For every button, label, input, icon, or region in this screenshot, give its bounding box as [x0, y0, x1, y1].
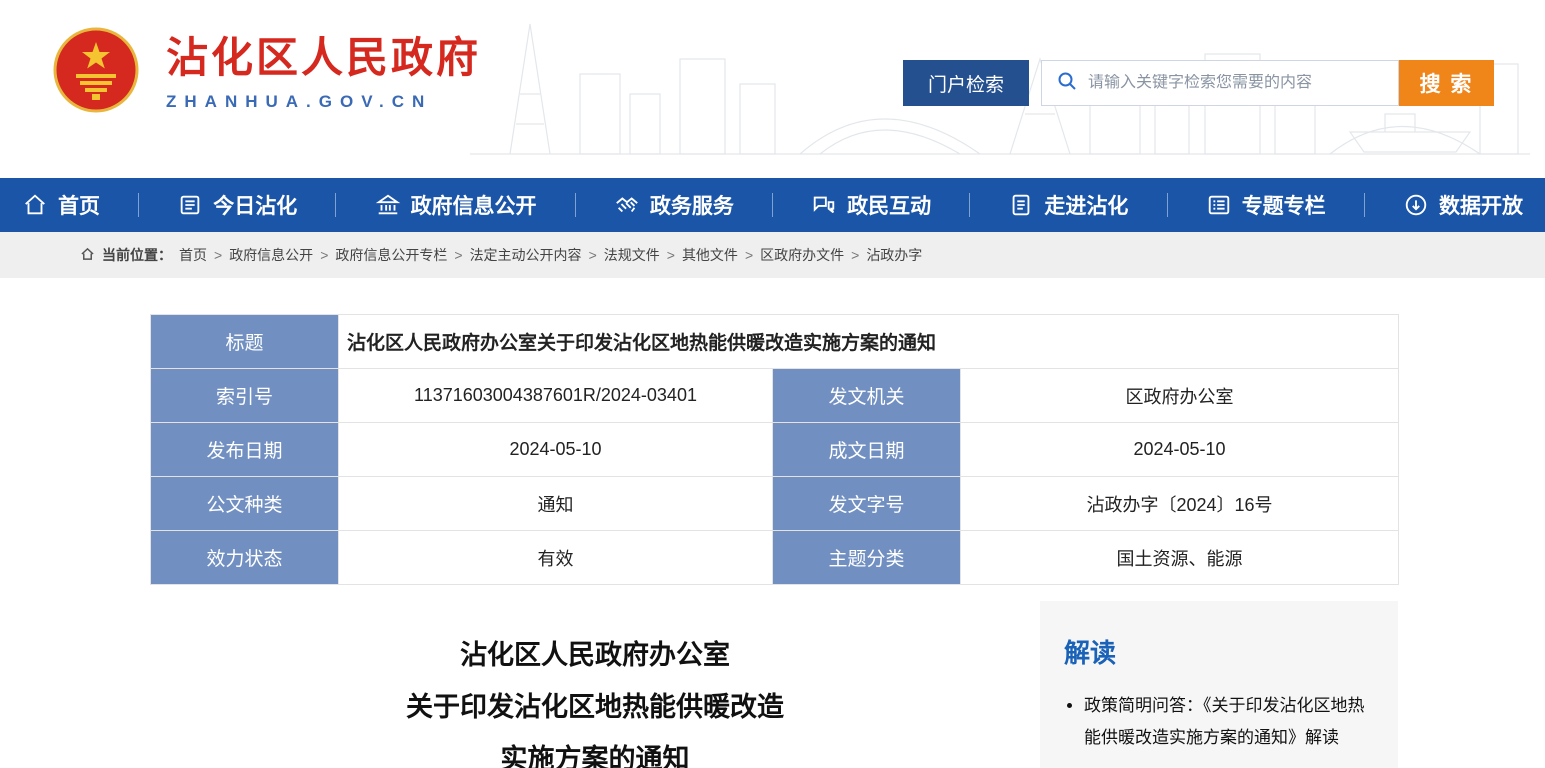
nav-divider [138, 193, 139, 217]
nav-item-label: 数据开放 [1439, 190, 1523, 220]
meta-label-document-type: 公文种类 [151, 477, 339, 531]
interpretation-list-item: 政策简明问答：《关于印发沾化区地热能供暖改造实施方案的通知》解读 [1084, 690, 1380, 755]
breadcrumb-link[interactable]: 政府信息公开专栏 [335, 245, 447, 265]
breadcrumb-prefix: 当前位置： [102, 245, 172, 265]
nav-item-gov-info[interactable]: 政府信息公开 [369, 190, 543, 220]
interaction-icon [811, 192, 837, 218]
search-box [1041, 60, 1399, 106]
handshake-icon [614, 192, 640, 218]
nav-item-services[interactable]: 政务服务 [608, 190, 740, 220]
main-nav: 首页 今日沾化 政府信息公开 政务服务 政民互动 走进沾化 [0, 178, 1545, 232]
document-icon [1008, 192, 1034, 218]
breadcrumb-separator: > [589, 247, 597, 263]
document-title: 沾化区人民政府办公室 关于印发沾化区地热能供暖改造 实施方案的通知 [150, 629, 1040, 768]
home-glyph-icon [80, 247, 95, 264]
portal-search-button[interactable]: 门户检索 [903, 60, 1029, 106]
data-open-icon [1403, 192, 1429, 218]
site-logo[interactable]: 沾化区人民政府 ZHANHUA.GOV.CN [52, 26, 481, 119]
interpretation-panel: 解读 政策简明问答：《关于印发沾化区地热能供暖改造实施方案的通知》解读 [1040, 601, 1398, 768]
breadcrumb-separator: > [667, 247, 675, 263]
document-area: 沾化区人民政府办公室 关于印发沾化区地热能供暖改造 实施方案的通知 解读 政策简… [0, 585, 1545, 768]
document-title-line: 实施方案的通知 [150, 733, 1040, 768]
nav-item-label: 首页 [58, 190, 100, 220]
search-input[interactable] [1088, 74, 1398, 92]
nav-item-label: 政民互动 [847, 190, 931, 220]
interpretation-list: 政策简明问答：《关于印发沾化区地热能供暖改造实施方案的通知》解读 [1084, 690, 1380, 755]
nav-item-special-columns[interactable]: 专题专栏 [1200, 190, 1332, 220]
meta-value-topic-category: 国土资源、能源 [961, 531, 1399, 585]
meta-value-issuing-agency: 区政府办公室 [961, 369, 1399, 423]
nav-item-label: 专题专栏 [1242, 190, 1326, 220]
meta-value-title: 沾化区人民政府办公室关于印发沾化区地热能供暖改造实施方案的通知 [339, 315, 1399, 369]
national-emblem-icon [52, 26, 140, 119]
search-icon [1056, 70, 1078, 97]
meta-value-index-number: 11371603004387601R/2024-03401 [339, 369, 773, 423]
breadcrumb-separator: > [320, 247, 328, 263]
nav-item-label: 今日沾化 [213, 190, 297, 220]
header-search: 门户检索 搜 索 [903, 60, 1494, 106]
site-domain: ZHANHUA.GOV.CN [166, 92, 481, 112]
nav-item-home[interactable]: 首页 [16, 190, 106, 220]
nav-divider [335, 193, 336, 217]
meta-label-written-date: 成文日期 [773, 423, 961, 477]
nav-divider [1364, 193, 1365, 217]
meta-label-title: 标题 [151, 315, 339, 369]
nav-item-label: 政务服务 [650, 190, 734, 220]
meta-value-document-number: 沾政办字〔2024〕16号 [961, 477, 1399, 531]
breadcrumb-separator: > [454, 247, 462, 263]
main-content: 标题 沾化区人民政府办公室关于印发沾化区地热能供暖改造实施方案的通知 索引号 1… [0, 314, 1545, 768]
site-header: 沾化区人民政府 ZHANHUA.GOV.CN 门户检索 搜 索 [0, 0, 1545, 178]
meta-label-index-number: 索引号 [151, 369, 339, 423]
nav-item-about[interactable]: 走进沾化 [1002, 190, 1134, 220]
document-title-line: 沾化区人民政府办公室 [150, 629, 1040, 681]
meta-value-written-date: 2024-05-10 [961, 423, 1399, 477]
meta-label-topic-category: 主题分类 [773, 531, 961, 585]
meta-label-document-number: 发文字号 [773, 477, 961, 531]
nav-divider [1167, 193, 1168, 217]
document-meta-table: 标题 沾化区人民政府办公室关于印发沾化区地热能供暖改造实施方案的通知 索引号 1… [150, 314, 1399, 585]
interpretation-link[interactable]: 政策简明问答：《关于印发沾化区地热能供暖改造实施方案的通知》解读 [1084, 696, 1365, 747]
meta-label-issuing-agency: 发文机关 [773, 369, 961, 423]
breadcrumb-separator: > [214, 247, 222, 263]
meta-value-validity-status: 有效 [339, 531, 773, 585]
government-building-icon [375, 192, 401, 218]
search-submit-button[interactable]: 搜 索 [1399, 60, 1494, 106]
nav-divider [575, 193, 576, 217]
meta-value-document-type: 通知 [339, 477, 773, 531]
nav-item-label: 政府信息公开 [411, 190, 537, 220]
news-icon [177, 192, 203, 218]
breadcrumb-link[interactable]: 法定主动公开内容 [470, 245, 582, 265]
document-title-line: 关于印发沾化区地热能供暖改造 [150, 681, 1040, 733]
breadcrumb-link[interactable]: 法规文件 [604, 245, 660, 265]
breadcrumb-link[interactable]: 区政府办文件 [760, 245, 844, 265]
nav-item-interaction[interactable]: 政民互动 [805, 190, 937, 220]
meta-label-validity-status: 效力状态 [151, 531, 339, 585]
nav-item-open-data[interactable]: 数据开放 [1397, 190, 1529, 220]
interpretation-heading: 解读 [1064, 633, 1398, 670]
breadcrumb-separator: > [851, 247, 859, 263]
breadcrumb: 当前位置： 首页 > 政府信息公开 > 政府信息公开专栏 > 法定主动公开内容 … [0, 232, 1545, 278]
meta-value-publish-date: 2024-05-10 [339, 423, 773, 477]
breadcrumb-link[interactable]: 政府信息公开 [229, 245, 313, 265]
list-icon [1206, 192, 1232, 218]
nav-item-label: 走进沾化 [1044, 190, 1128, 220]
breadcrumb-link[interactable]: 首页 [179, 245, 207, 265]
home-icon [22, 192, 48, 218]
site-title: 沾化区人民政府 [166, 33, 481, 83]
breadcrumb-link[interactable]: 其他文件 [682, 245, 738, 265]
meta-label-publish-date: 发布日期 [151, 423, 339, 477]
nav-item-today[interactable]: 今日沾化 [171, 190, 303, 220]
breadcrumb-separator: > [745, 247, 753, 263]
breadcrumb-link[interactable]: 沾政办字 [866, 245, 922, 265]
nav-divider [772, 193, 773, 217]
nav-divider [969, 193, 970, 217]
